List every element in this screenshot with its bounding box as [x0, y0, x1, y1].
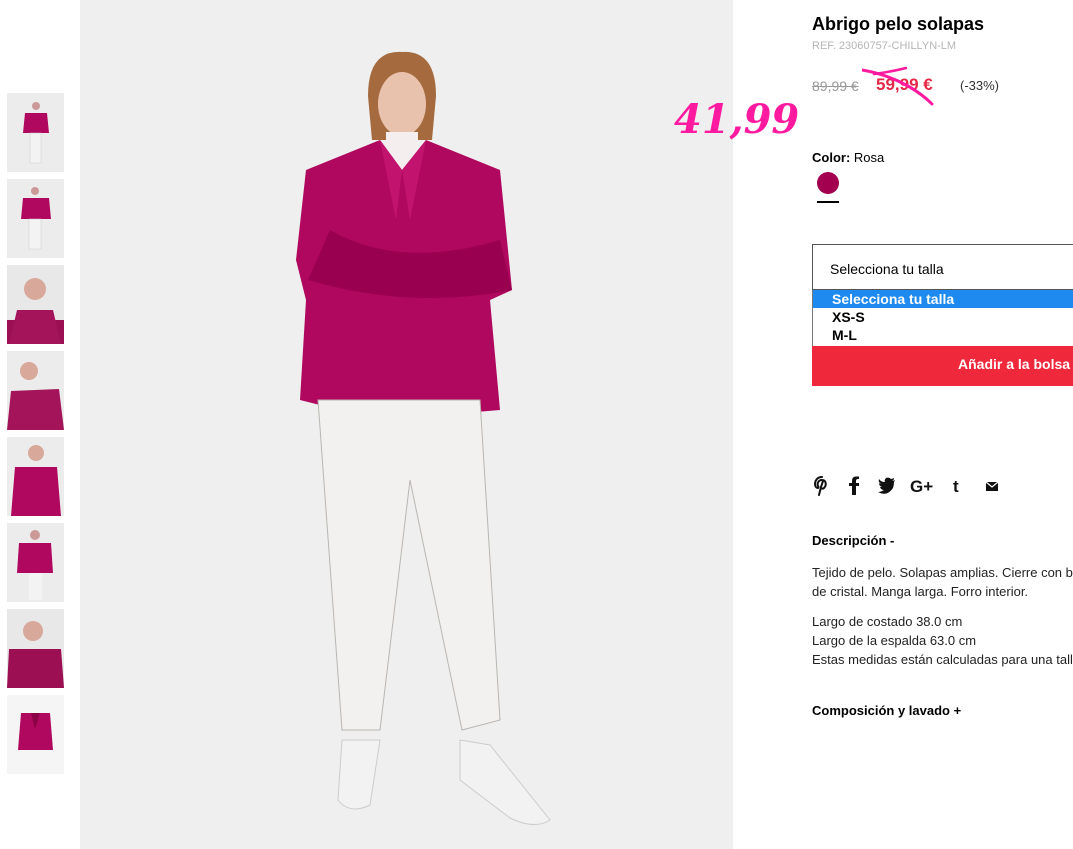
thumbnail-5[interactable]	[7, 437, 64, 516]
color-value: Rosa	[853, 150, 885, 165]
product-info-panel: Abrigo pelo solapas REF. 23060757-CHILLY…	[674, 0, 1073, 849]
product-title: Abrigo pelo solapas	[812, 14, 985, 34]
google-plus-icon[interactable]: G+	[910, 476, 934, 496]
add-to-bag-button[interactable]: Añadir a la bolsa	[812, 346, 1073, 386]
size-select-value: Selecciona tu talla	[830, 261, 944, 277]
thumbnail-6[interactable]	[7, 523, 64, 602]
size-dropdown-list: Selecciona tu talla XS-S M-L	[812, 290, 1073, 346]
measures-list: Largo de costado 38.0 cm Largo de la esp…	[812, 612, 1073, 669]
thumbnail-2[interactable]	[7, 179, 64, 258]
facebook-icon[interactable]	[848, 476, 860, 496]
selected-swatch-indicator	[817, 201, 839, 203]
product-main-image[interactable]	[80, 0, 733, 849]
description-heading[interactable]: Descripción -	[812, 533, 894, 548]
size-option[interactable]: XS-S	[813, 308, 1073, 326]
tumblr-icon[interactable]: t	[952, 476, 964, 496]
size-select[interactable]: Selecciona tu talla	[812, 244, 1073, 290]
description-text: Tejido de pelo. Solapas amplias. Cierre …	[812, 565, 1073, 599]
svg-text:t: t	[953, 477, 959, 496]
thumbnail-gallery	[7, 93, 64, 781]
size-option[interactable]: Selecciona tu talla	[813, 290, 1073, 308]
twitter-icon[interactable]	[878, 476, 896, 496]
color-row: Color: Rosa	[812, 150, 884, 165]
thumbnail-7[interactable]	[7, 609, 64, 688]
color-label: Color:	[812, 150, 851, 165]
handwritten-strike-mark	[862, 66, 934, 106]
product-reference: REF. 23060757-CHILLYN-LM	[812, 40, 957, 52]
svg-text:G+: G+	[910, 477, 933, 496]
composition-heading[interactable]: Composición y lavado +	[812, 703, 961, 718]
add-to-bag-label: Añadir a la bolsa	[958, 356, 1071, 372]
thumbnail-1[interactable]	[7, 93, 64, 172]
email-icon[interactable]	[985, 476, 999, 496]
thumbnail-8[interactable]	[7, 695, 64, 774]
measure-line: Largo de costado 38.0 cm	[812, 614, 963, 629]
handwritten-price: 41,99	[674, 96, 800, 143]
size-option[interactable]: M-L	[813, 326, 1073, 344]
color-swatch-rosa[interactable]	[817, 172, 839, 194]
measure-line: Largo de la espalda 63.0 cm	[812, 633, 977, 648]
thumbnail-4[interactable]	[7, 351, 64, 430]
discount-badge: (-33%)	[960, 78, 1000, 93]
pinterest-icon[interactable]	[814, 476, 830, 496]
measure-line: Estas medidas están calculadas para una …	[812, 652, 1073, 667]
thumbnail-3[interactable]	[7, 265, 64, 344]
original-price: 89,99 €	[812, 78, 859, 94]
